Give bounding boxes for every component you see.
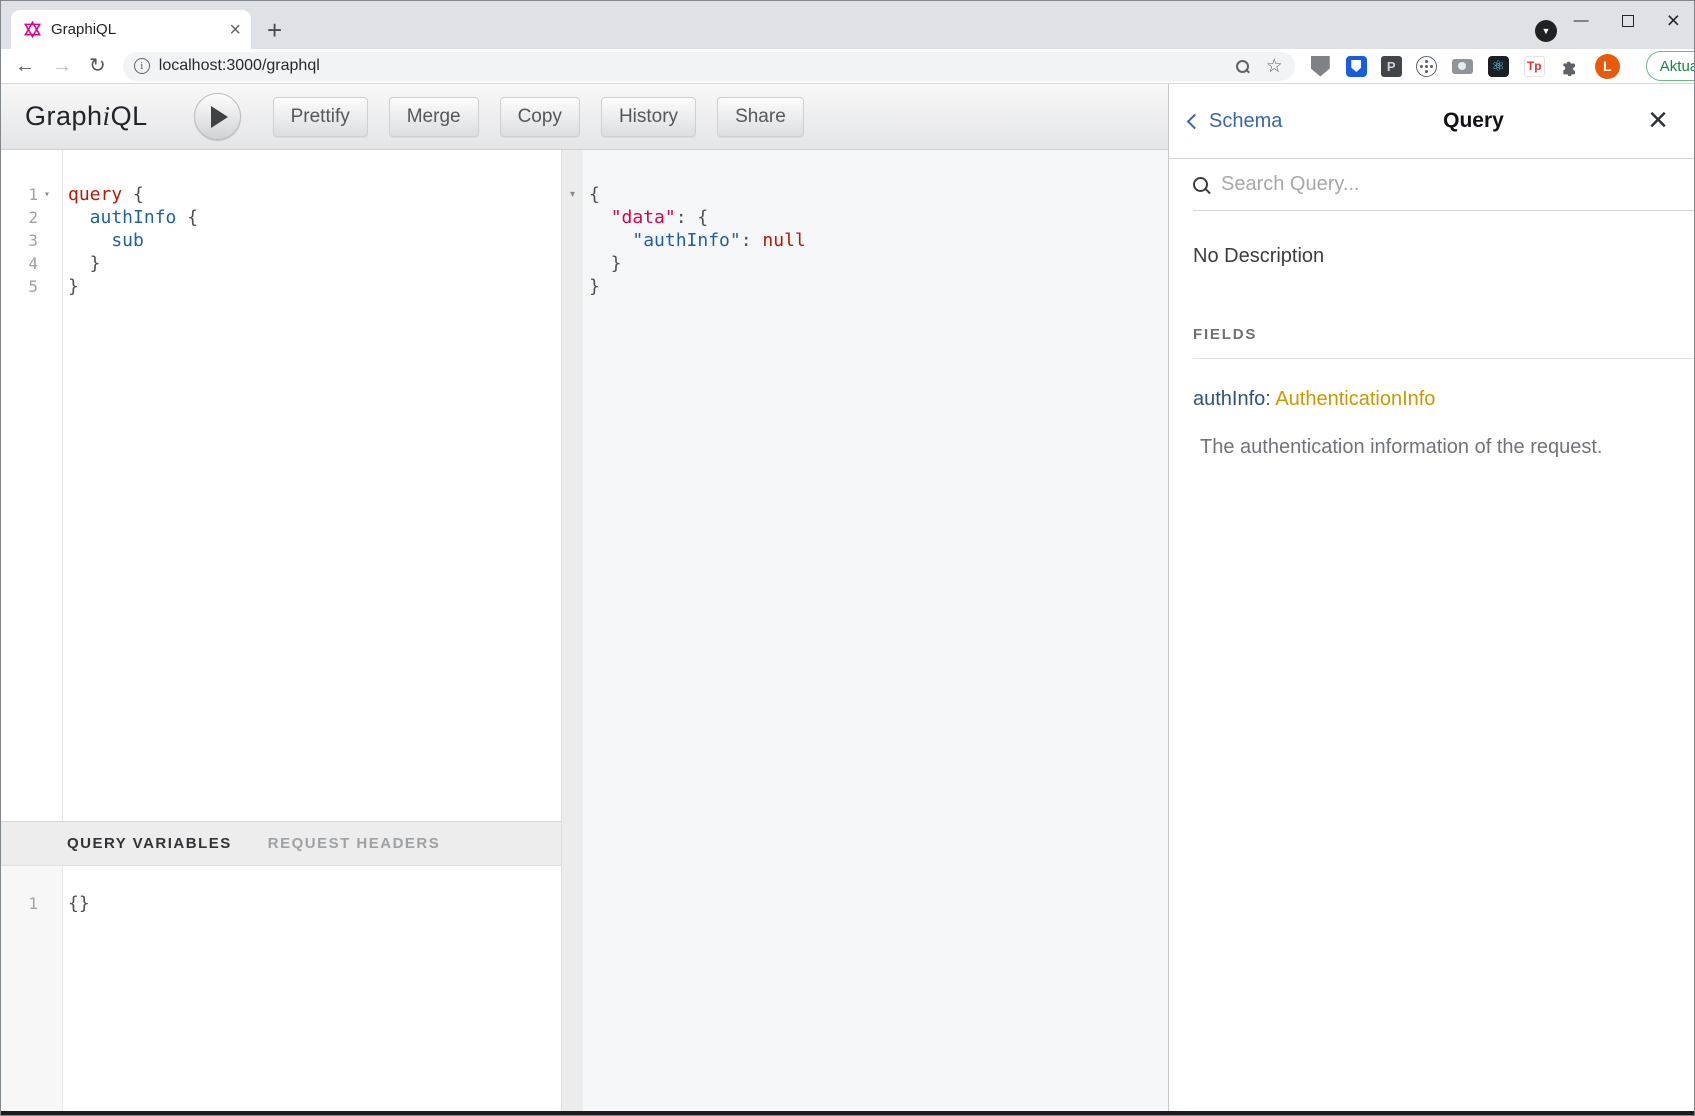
zoom-icon[interactable] <box>1236 60 1249 73</box>
forward-icon: → <box>52 56 72 76</box>
doc-explorer-header: Schema Query × <box>1169 84 1694 159</box>
minimize-button[interactable]: — <box>1574 12 1589 29</box>
query-pane: 1▾ 2 3 4 5 query { authInfo { sub } } <box>1 150 561 1111</box>
line-number: 5 <box>28 277 38 296</box>
result-line: "authInfo": null <box>589 229 1168 252</box>
result-viewer: { "data": { "authInfo": null } } <box>583 150 1168 1111</box>
doc-close-icon[interactable]: × <box>1648 107 1668 134</box>
graphiql-app: GraphiQL Prettify Merge Copy History Sha… <box>1 84 1694 1111</box>
toolbar-buttons: Prettify Merge Copy History Share <box>273 97 804 137</box>
code-line: } <box>68 252 561 275</box>
line-number: 1 <box>28 185 38 204</box>
graphql-favicon-icon <box>23 20 42 39</box>
browser-window: GraphiQL × + ▼ — × ← → ↻ i localhost:300… <box>0 0 1695 1116</box>
update-browser-button[interactable]: Aktualisieren ⋮ <box>1646 51 1695 81</box>
back-icon[interactable]: ← <box>15 56 35 76</box>
p-extension-icon[interactable]: P <box>1381 56 1402 77</box>
history-button[interactable]: History <box>601 97 696 137</box>
doc-search-input[interactable] <box>1221 173 1601 196</box>
result-line: "data": { <box>589 206 1168 229</box>
code-line: authInfo { <box>68 206 561 229</box>
tab-query-variables[interactable]: QUERY VARIABLES <box>67 835 232 852</box>
no-description-text: No Description <box>1193 245 1694 268</box>
graphiql-logo: GraphiQL <box>25 101 148 132</box>
tab-title: GraphiQL <box>51 21 229 38</box>
tab-request-headers[interactable]: REQUEST HEADERS <box>268 835 441 852</box>
share-button[interactable]: Share <box>717 97 804 137</box>
screencast-icon[interactable] <box>1415 55 1438 78</box>
extensions-puzzle-icon[interactable] <box>1559 55 1582 78</box>
update-label: Aktualisieren <box>1660 58 1695 75</box>
result-fold-arrow-icon[interactable]: ▾ <box>562 189 583 200</box>
url-text[interactable]: localhost:3000/graphql <box>159 57 1236 75</box>
site-info-icon[interactable]: i <box>134 58 150 74</box>
doc-explorer: Schema Query × No Description FIELDS aut… <box>1168 84 1694 1111</box>
secondary-editor-tabs: QUERY VARIABLES REQUEST HEADERS <box>1 821 561 866</box>
query-code[interactable]: query { authInfo { sub } } <box>63 150 561 821</box>
reload-icon[interactable]: ↻ <box>89 56 106 76</box>
profile-avatar[interactable]: L <box>1595 54 1620 79</box>
taskbar-edge <box>1 1111 1694 1116</box>
address-bar[interactable]: i localhost:3000/graphql ☆ <box>123 52 1295 81</box>
editor-column: GraphiQL Prettify Merge Copy History Sha… <box>1 84 1168 1111</box>
line-number: 4 <box>28 254 38 273</box>
result-line: } <box>589 275 1168 298</box>
doc-back-link[interactable]: Schema <box>1189 110 1282 133</box>
execute-button[interactable] <box>194 93 241 140</box>
chevron-left-icon <box>1187 114 1203 130</box>
code-line: } <box>68 275 561 298</box>
doc-back-label: Schema <box>1209 110 1282 133</box>
fields-heading: FIELDS <box>1193 326 1694 359</box>
field-description: The authentication information of the re… <box>1200 436 1694 459</box>
bookmark-star-icon[interactable]: ☆ <box>1266 57 1283 76</box>
extension-toolbar: P ⚛ Tp L Aktualisieren ⋮ <box>1309 51 1695 81</box>
browser-tab[interactable]: GraphiQL × <box>11 10 251 49</box>
merge-button[interactable]: Merge <box>389 97 479 137</box>
browser-tab-strip: GraphiQL × + ▼ — × <box>1 1 1694 49</box>
copy-button[interactable]: Copy <box>500 97 580 137</box>
graphiql-toolbar: GraphiQL Prettify Merge Copy History Sha… <box>1 84 1168 150</box>
result-line: { <box>589 183 1168 206</box>
code-line: query { <box>68 183 561 206</box>
code-line: sub <box>68 229 561 252</box>
line-number: 3 <box>28 231 38 250</box>
bitwarden-icon[interactable] <box>1345 55 1368 78</box>
field-name-link[interactable]: authInfo <box>1193 388 1265 410</box>
fold-arrow-icon[interactable]: ▾ <box>40 189 54 200</box>
line-number: 2 <box>28 208 38 227</box>
camera-icon[interactable] <box>1451 55 1474 78</box>
play-icon <box>211 106 228 128</box>
titlebar-menu-icon[interactable]: ▼ <box>1535 20 1557 42</box>
tampermonkey-icon[interactable]: Tp <box>1523 55 1546 78</box>
doc-body: No Description FIELDS authInfo: Authenti… <box>1169 211 1694 459</box>
line-number: 1 <box>28 894 38 913</box>
browser-navbar: ← → ↻ i localhost:3000/graphql ☆ P ⚛ Tp … <box>1 49 1694 84</box>
new-tab-button[interactable]: + <box>267 17 282 43</box>
ublock-icon[interactable] <box>1309 55 1332 78</box>
type-name-link[interactable]: AuthenticationInfo <box>1275 388 1435 410</box>
maximize-button[interactable] <box>1622 15 1634 27</box>
editors-row: 1▾ 2 3 4 5 query { authInfo { sub } } <box>1 150 1168 1111</box>
query-gutter: 1▾ 2 3 4 5 <box>1 150 63 821</box>
prettify-button[interactable]: Prettify <box>273 97 368 137</box>
react-devtools-icon[interactable]: ⚛ <box>1487 55 1510 78</box>
query-editor[interactable]: 1▾ 2 3 4 5 query { authInfo { sub } } <box>1 150 561 821</box>
variables-code[interactable]: {} <box>63 866 561 1111</box>
search-icon <box>1193 177 1209 193</box>
window-close-button[interactable]: × <box>1667 9 1680 32</box>
field-row: authInfo: AuthenticationInfo <box>1193 388 1694 411</box>
result-line: } <box>589 252 1168 275</box>
variables-editor[interactable]: 1 {} <box>1 866 561 1111</box>
doc-search-row <box>1193 159 1694 211</box>
variables-gutter: 1 <box>1 866 63 1111</box>
tab-close-icon[interactable]: × <box>229 20 241 40</box>
doc-title: Query <box>1443 109 1504 133</box>
window-controls: — × <box>1574 9 1680 32</box>
pane-divider[interactable]: ▾ <box>561 150 583 1111</box>
